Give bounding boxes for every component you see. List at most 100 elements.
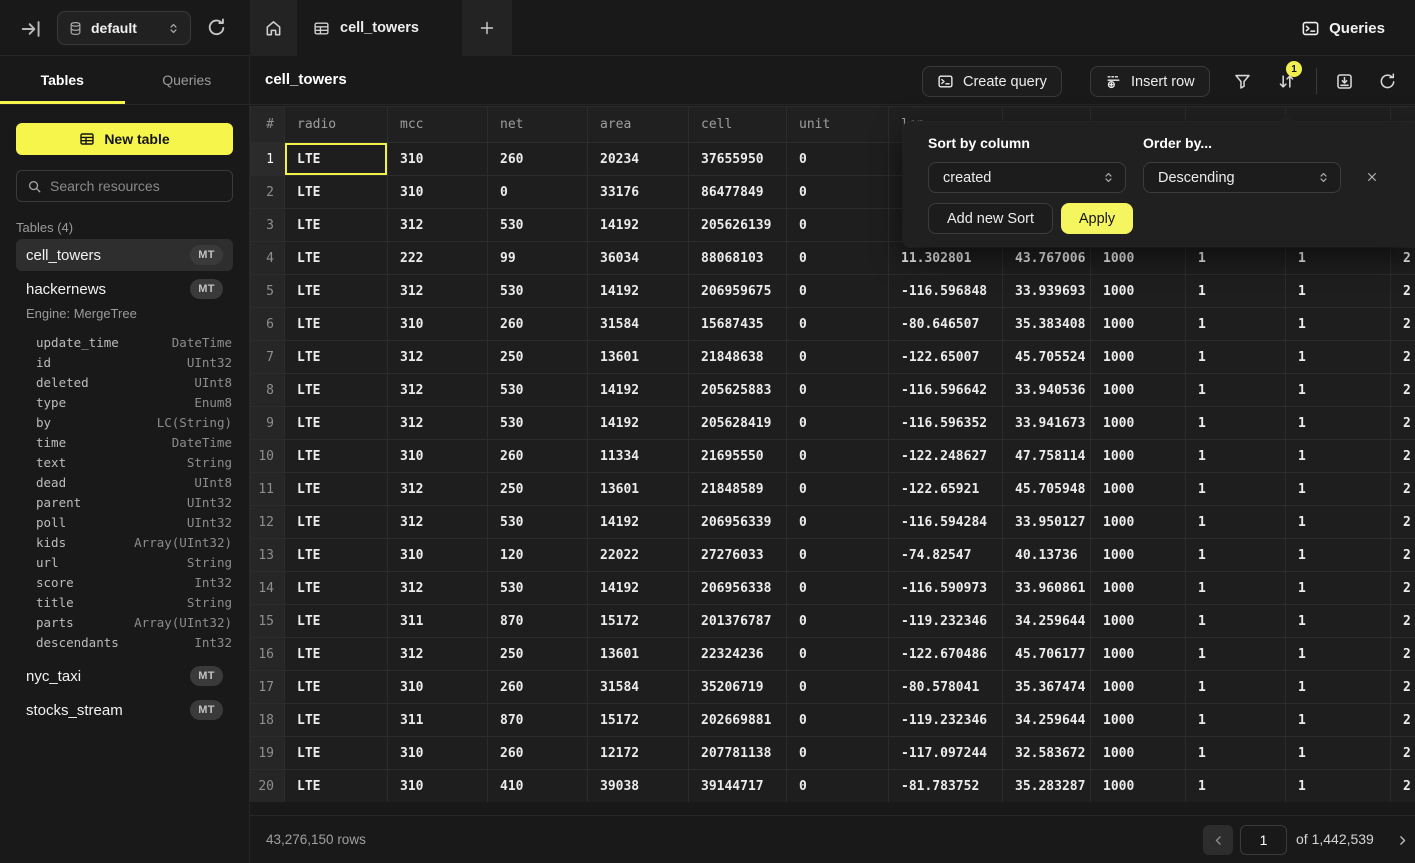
table-cell[interactable]: 311 xyxy=(388,605,488,638)
table-cell[interactable]: 21695550 xyxy=(689,440,787,473)
table-cell[interactable]: 2 xyxy=(1391,506,1415,539)
table-cell[interactable]: 39144717 xyxy=(689,770,787,803)
table-cell[interactable]: 31584 xyxy=(588,671,689,704)
table-cell[interactable]: 530 xyxy=(488,209,588,242)
refresh-connection-icon[interactable] xyxy=(206,17,228,39)
table-cell[interactable]: -80.578041 xyxy=(889,671,1003,704)
database-selector[interactable]: default xyxy=(57,11,191,45)
table-cell[interactable]: 99 xyxy=(488,242,588,275)
table-cell[interactable]: 1000 xyxy=(1091,737,1186,770)
table-cell[interactable]: -119.232346 xyxy=(889,605,1003,638)
sidebar-item-stocks-stream[interactable]: stocks_stream MT xyxy=(16,694,233,726)
table-cell[interactable]: -116.596642 xyxy=(889,374,1003,407)
sidebar-item-cell-towers[interactable]: cell_towers MT xyxy=(16,239,233,271)
sidebar-collapse-icon[interactable] xyxy=(20,18,42,40)
table-cell[interactable]: 1 xyxy=(1186,374,1286,407)
table-cell[interactable]: 201376787 xyxy=(689,605,787,638)
table-cell[interactable]: LTE xyxy=(285,176,388,209)
close-icon[interactable] xyxy=(1363,168,1381,186)
table-cell[interactable]: 45.706177 xyxy=(1003,638,1091,671)
table-cell[interactable]: 312 xyxy=(388,275,488,308)
table-cell[interactable]: 312 xyxy=(388,473,488,506)
table-cell[interactable]: 2 xyxy=(1391,572,1415,605)
table-cell[interactable]: 1 xyxy=(1186,506,1286,539)
table-cell[interactable]: 1 xyxy=(1286,275,1391,308)
table-cell[interactable]: 1 xyxy=(1186,704,1286,737)
table-cell[interactable]: 0 xyxy=(787,407,889,440)
table-cell[interactable]: LTE xyxy=(285,638,388,671)
table-cell[interactable]: 312 xyxy=(388,341,488,374)
table-cell[interactable]: 35.283287 xyxy=(1003,770,1091,803)
table-cell[interactable]: 35.383408 xyxy=(1003,308,1091,341)
apply-sort-button[interactable]: Apply xyxy=(1061,203,1133,234)
table-cell[interactable]: 206956338 xyxy=(689,572,787,605)
table-cell[interactable]: 1 xyxy=(1286,704,1391,737)
table-cell[interactable]: 0 xyxy=(787,572,889,605)
table-cell[interactable]: 45.705948 xyxy=(1003,473,1091,506)
table-cell[interactable]: 310 xyxy=(388,143,488,176)
table-cell[interactable]: LTE xyxy=(285,275,388,308)
table-cell[interactable]: 1 xyxy=(1286,407,1391,440)
table-cell[interactable]: 33.940536 xyxy=(1003,374,1091,407)
table-cell[interactable]: 2 xyxy=(1391,737,1415,770)
table-cell[interactable]: 33.960861 xyxy=(1003,572,1091,605)
table-cell[interactable]: 2 xyxy=(1391,473,1415,506)
page-number-input[interactable] xyxy=(1240,825,1287,855)
table-cell[interactable]: 870 xyxy=(488,605,588,638)
add-new-sort-button[interactable]: Add new Sort xyxy=(928,203,1053,234)
table-cell[interactable]: 0 xyxy=(787,341,889,374)
table-cell[interactable]: 15687435 xyxy=(689,308,787,341)
table-cell[interactable]: 205625883 xyxy=(689,374,787,407)
table-cell[interactable]: 1000 xyxy=(1091,407,1186,440)
new-tab-button[interactable] xyxy=(462,0,512,56)
table-cell[interactable]: 15172 xyxy=(588,605,689,638)
table-cell[interactable]: 0 xyxy=(787,539,889,572)
table-cell[interactable]: 31584 xyxy=(588,308,689,341)
table-cell[interactable]: 0 xyxy=(787,671,889,704)
table-cell[interactable]: -122.248627 xyxy=(889,440,1003,473)
home-button[interactable] xyxy=(250,0,297,56)
table-cell[interactable]: -122.65921 xyxy=(889,473,1003,506)
table-cell[interactable]: 2 xyxy=(1391,539,1415,572)
table-cell[interactable]: 20234 xyxy=(588,143,689,176)
column-header[interactable]: cell xyxy=(689,107,787,143)
table-cell[interactable]: 0 xyxy=(787,275,889,308)
table-cell[interactable]: 12172 xyxy=(588,737,689,770)
table-cell[interactable]: 37655950 xyxy=(689,143,787,176)
table-cell[interactable]: 870 xyxy=(488,704,588,737)
table-cell[interactable]: 250 xyxy=(488,341,588,374)
table-cell[interactable]: 250 xyxy=(488,473,588,506)
table-cell[interactable]: 1 xyxy=(1186,473,1286,506)
table-cell[interactable]: 530 xyxy=(488,407,588,440)
table-cell[interactable]: 260 xyxy=(488,143,588,176)
table-cell[interactable]: -122.65007 xyxy=(889,341,1003,374)
table-cell[interactable]: 260 xyxy=(488,440,588,473)
table-cell[interactable]: -116.596352 xyxy=(889,407,1003,440)
table-cell[interactable]: 0 xyxy=(787,143,889,176)
table-cell[interactable]: 530 xyxy=(488,506,588,539)
table-cell[interactable]: -116.590973 xyxy=(889,572,1003,605)
table-cell[interactable]: 2 xyxy=(1391,671,1415,704)
column-header[interactable]: radio xyxy=(285,107,388,143)
table-cell[interactable]: 1 xyxy=(1286,737,1391,770)
table-cell[interactable]: LTE xyxy=(285,407,388,440)
table-cell[interactable]: 1 xyxy=(1286,671,1391,704)
table-cell[interactable]: 14192 xyxy=(588,374,689,407)
table-cell[interactable]: 33.939693 xyxy=(1003,275,1091,308)
new-table-button[interactable]: New table xyxy=(16,123,233,155)
table-cell[interactable]: 311 xyxy=(388,704,488,737)
table-cell[interactable]: -122.670486 xyxy=(889,638,1003,671)
sidebar-tab-tables[interactable]: Tables xyxy=(0,56,125,104)
table-cell[interactable]: 312 xyxy=(388,572,488,605)
table-cell[interactable]: 1000 xyxy=(1091,341,1186,374)
table-cell[interactable]: 1 xyxy=(1186,440,1286,473)
create-query-button[interactable]: Create query xyxy=(922,66,1062,97)
table-cell[interactable]: 1000 xyxy=(1091,506,1186,539)
table-cell[interactable]: 14192 xyxy=(588,275,689,308)
table-cell[interactable]: 14192 xyxy=(588,209,689,242)
table-cell[interactable]: 530 xyxy=(488,275,588,308)
table-cell[interactable]: 1000 xyxy=(1091,275,1186,308)
table-cell[interactable]: 1000 xyxy=(1091,374,1186,407)
search-input[interactable] xyxy=(50,178,231,194)
table-cell[interactable]: 0 xyxy=(787,440,889,473)
